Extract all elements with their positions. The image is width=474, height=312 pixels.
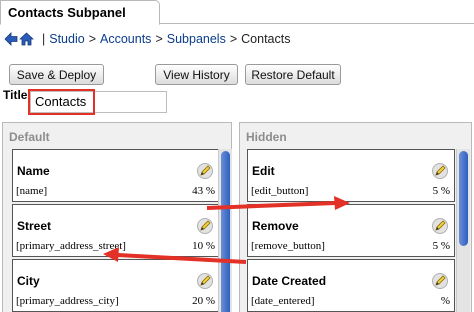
arrow-street-to-hidden — [206, 196, 350, 210]
arrow-hidden-to-street — [103, 247, 247, 264]
annotation-arrows — [103, 196, 350, 264]
